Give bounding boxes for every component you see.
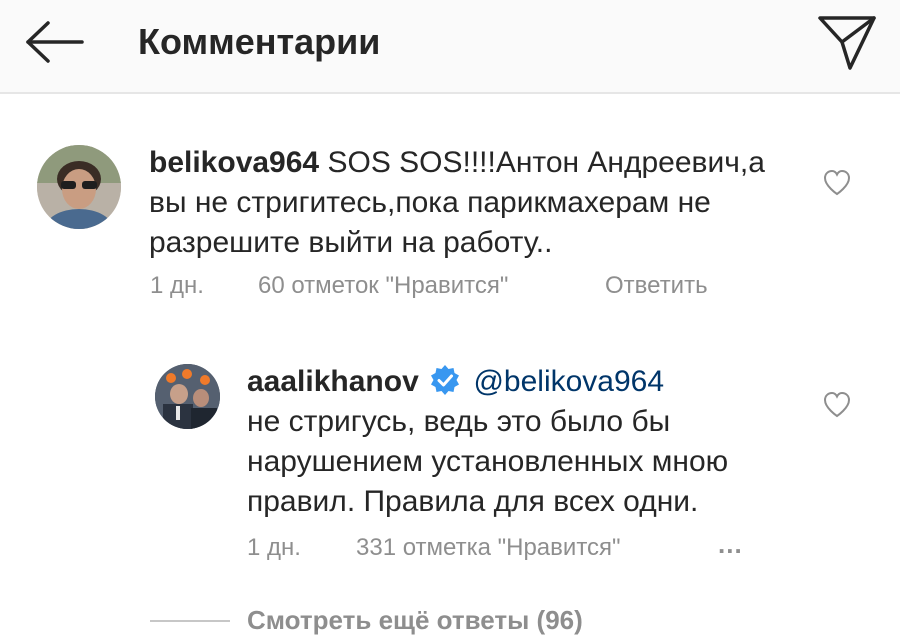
verified-badge-icon bbox=[431, 365, 460, 395]
back-button[interactable] bbox=[22, 18, 86, 66]
likes-count[interactable]: 60 отметок "Нравится" bbox=[258, 270, 508, 302]
mention-link[interactable]: @belikova964 bbox=[473, 365, 664, 398]
page-title: Комментарии bbox=[138, 21, 381, 62]
comment-text: не стригусь, ведь это было бы нарушением… bbox=[247, 405, 729, 518]
user-photo-icon bbox=[155, 364, 220, 429]
view-more-replies-button[interactable]: Смотреть ещё ответы (96) bbox=[247, 604, 583, 636]
paper-plane-icon bbox=[818, 16, 876, 70]
share-button[interactable] bbox=[812, 10, 882, 74]
divider bbox=[150, 620, 230, 622]
comment-body: belikova964 SOS SOS!!!!Антон Андреевич,а… bbox=[149, 143, 789, 263]
header-bar: Комментарии bbox=[0, 0, 900, 94]
comment-username[interactable]: aaalikhanov bbox=[247, 365, 419, 398]
more-options-button[interactable]: ... bbox=[718, 528, 743, 560]
reply-button[interactable]: Ответить bbox=[605, 270, 708, 302]
user-photo-icon bbox=[37, 145, 121, 229]
arrow-left-icon bbox=[26, 21, 84, 63]
avatar[interactable] bbox=[155, 364, 220, 429]
comment-timestamp: 1 дн. bbox=[247, 534, 301, 561]
comment-timestamp: 1 дн. bbox=[150, 272, 204, 299]
likes-count[interactable]: 331 отметка "Нравится" bbox=[356, 532, 621, 564]
heart-icon[interactable] bbox=[822, 390, 852, 418]
avatar[interactable] bbox=[37, 145, 121, 229]
comment-username[interactable]: belikova964 bbox=[149, 146, 319, 179]
heart-icon[interactable] bbox=[822, 168, 852, 196]
comment-body: aaalikhanov @belikova964 не стригусь, ве… bbox=[247, 362, 807, 522]
